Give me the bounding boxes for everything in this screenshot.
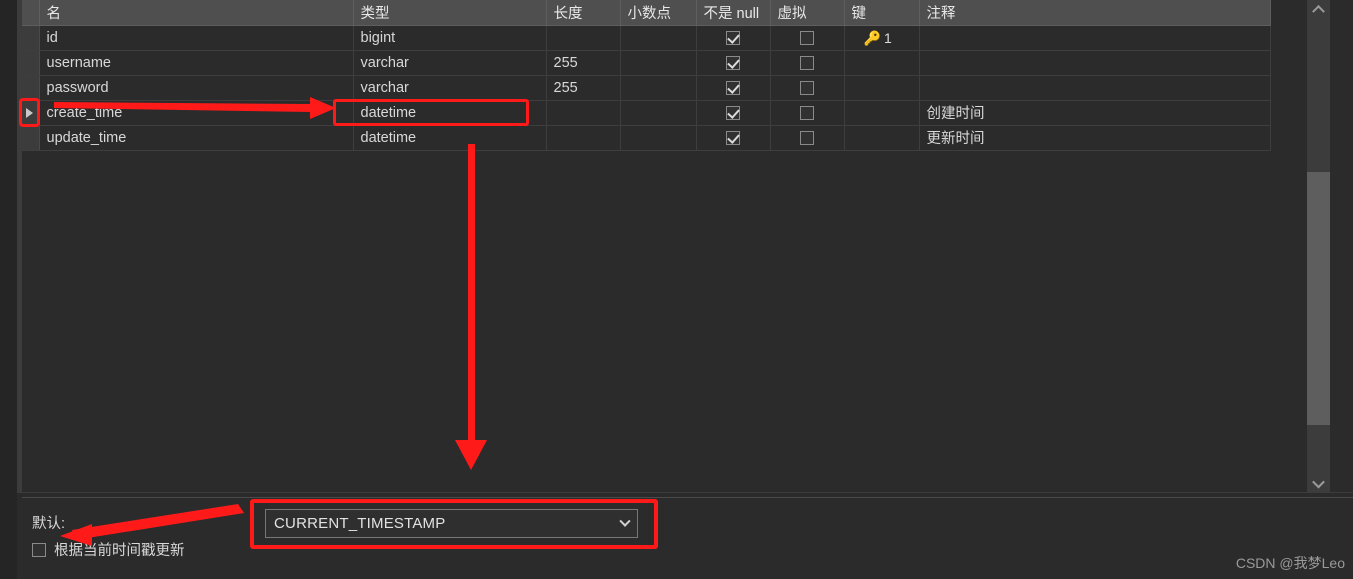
default-value-text: CURRENT_TIMESTAMP — [274, 515, 446, 532]
update-on-timestamp-row[interactable]: 根据当前时间戳更新 — [32, 539, 185, 560]
cell-virtual[interactable] — [770, 75, 845, 101]
row-selector[interactable] — [22, 25, 40, 51]
cell-virtual[interactable] — [770, 25, 845, 51]
cell-name[interactable]: update_time — [39, 125, 354, 151]
default-label: 默认: — [32, 516, 66, 532]
update-on-timestamp-label: 根据当前时间戳更新 — [54, 543, 185, 559]
cell-key[interactable] — [844, 125, 920, 151]
default-value-select[interactable]: CURRENT_TIMESTAMP — [265, 509, 638, 538]
cell-virtual[interactable] — [770, 125, 845, 151]
notnull-checkbox[interactable] — [726, 55, 740, 70]
column-header-type[interactable]: 类型 — [353, 0, 547, 26]
table-row[interactable]: password varchar 255 — [22, 75, 1271, 101]
cell-key[interactable]: 🔑 1 — [844, 25, 920, 51]
row-selector[interactable] — [22, 75, 40, 101]
notnull-checkbox[interactable] — [726, 130, 740, 145]
cell-decimal[interactable] — [620, 75, 697, 101]
key-icon: 🔑 — [863, 29, 881, 46]
cell-decimal[interactable] — [620, 25, 697, 51]
cell-length[interactable] — [546, 125, 621, 151]
cell-comment[interactable]: 更新时间 — [919, 125, 1271, 151]
cell-decimal[interactable] — [620, 100, 697, 126]
cell-name[interactable]: username — [39, 50, 354, 76]
cell-notnull[interactable] — [696, 100, 771, 126]
column-designer-screen: 名 类型 长度 小数点 不是 null 虚拟 键 注释 id bigint 🔑 … — [0, 0, 1353, 579]
virtual-checkbox[interactable] — [800, 30, 814, 45]
key-order: 1 — [883, 29, 892, 46]
column-properties-panel: 默认: 根据当前时间戳更新 CURRENT_TIMESTAMP — [22, 497, 1353, 579]
update-on-timestamp-checkbox[interactable] — [32, 542, 46, 557]
chevron-down-icon[interactable] — [619, 515, 631, 527]
cell-length[interactable]: 255 — [546, 50, 621, 76]
scroll-up-button[interactable] — [1307, 0, 1330, 18]
notnull-checkbox[interactable] — [726, 105, 740, 120]
cell-type[interactable]: varchar — [353, 50, 547, 76]
cell-type[interactable]: datetime — [353, 100, 547, 126]
vertical-scrollbar[interactable] — [1307, 0, 1330, 492]
table-header-row: 名 类型 长度 小数点 不是 null 虚拟 键 注释 — [22, 0, 1271, 26]
cell-length[interactable] — [546, 100, 621, 126]
cell-notnull[interactable] — [696, 75, 771, 101]
cell-comment[interactable]: 创建时间 — [919, 100, 1271, 126]
cell-decimal[interactable] — [620, 125, 697, 151]
cell-virtual[interactable] — [770, 50, 845, 76]
cell-type[interactable]: bigint — [353, 25, 547, 51]
left-rail — [0, 0, 17, 579]
table-row[interactable]: update_time datetime 更新时间 — [22, 125, 1271, 151]
cell-key[interactable] — [844, 50, 920, 76]
cell-notnull[interactable] — [696, 50, 771, 76]
virtual-checkbox[interactable] — [800, 130, 814, 145]
scrollbar-thumb[interactable] — [1307, 172, 1330, 425]
row-selector[interactable] — [22, 50, 40, 76]
column-header-virtual[interactable]: 虚拟 — [770, 0, 845, 26]
cell-length[interactable]: 255 — [546, 75, 621, 101]
cell-decimal[interactable] — [620, 50, 697, 76]
column-header-decimal[interactable]: 小数点 — [620, 0, 697, 26]
cell-name[interactable]: create_time — [39, 100, 354, 126]
notnull-checkbox[interactable] — [726, 80, 740, 95]
columns-table: 名 类型 长度 小数点 不是 null 虚拟 键 注释 id bigint 🔑 … — [22, 0, 1271, 151]
row-selector-active[interactable] — [22, 100, 40, 126]
cell-length[interactable] — [546, 25, 621, 51]
cell-notnull[interactable] — [696, 125, 771, 151]
virtual-checkbox[interactable] — [800, 105, 814, 120]
column-header-key[interactable]: 键 — [844, 0, 920, 26]
cell-notnull[interactable] — [696, 25, 771, 51]
cell-virtual[interactable] — [770, 100, 845, 126]
column-header-name[interactable]: 名 — [39, 0, 354, 26]
cell-comment[interactable] — [919, 50, 1271, 76]
cell-type[interactable]: datetime — [353, 125, 547, 151]
virtual-checkbox[interactable] — [800, 55, 814, 70]
chevron-down-icon — [1312, 475, 1325, 489]
columns-grid-area: 名 类型 长度 小数点 不是 null 虚拟 键 注释 id bigint 🔑 … — [22, 0, 1330, 492]
panel-splitter[interactable] — [17, 492, 1353, 496]
cell-name[interactable]: password — [39, 75, 354, 101]
table-row-selected[interactable]: create_time datetime 创建时间 — [22, 100, 1271, 126]
virtual-checkbox[interactable] — [800, 80, 814, 95]
table-row[interactable]: id bigint 🔑 1 — [22, 25, 1271, 51]
column-header-notnull[interactable]: 不是 null — [696, 0, 771, 26]
cell-name[interactable]: id — [39, 25, 354, 51]
row-selector[interactable] — [22, 125, 40, 151]
cell-key[interactable] — [844, 75, 920, 101]
table-row[interactable]: username varchar 255 — [22, 50, 1271, 76]
notnull-checkbox[interactable] — [726, 30, 740, 45]
scroll-down-button[interactable] — [1307, 475, 1330, 492]
cell-key[interactable] — [844, 100, 920, 126]
cell-type[interactable]: varchar — [353, 75, 547, 101]
cell-comment[interactable] — [919, 25, 1271, 51]
watermark: CSDN @我梦Leo — [1235, 555, 1345, 571]
cell-comment[interactable] — [919, 75, 1271, 101]
column-header-comment[interactable]: 注释 — [919, 0, 1271, 26]
current-row-triangle-icon — [26, 107, 33, 118]
column-header-length[interactable]: 长度 — [546, 0, 621, 26]
gutter-header — [22, 0, 40, 26]
chevron-up-icon — [1312, 4, 1325, 18]
